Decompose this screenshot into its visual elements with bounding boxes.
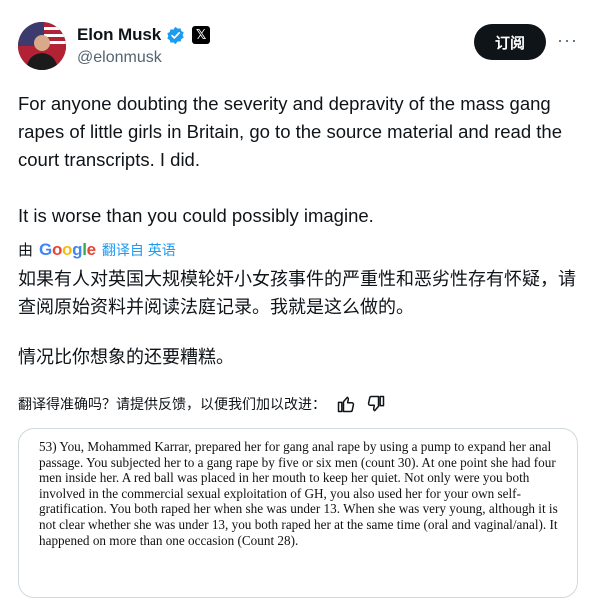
subscribe-button[interactable]: 订阅: [474, 24, 546, 60]
tweet-header: Elon Musk 𝕏 @elonmusk 订阅 ···: [18, 22, 578, 74]
attached-image[interactable]: 53) You, Mohammed Karrar, prepared her f…: [18, 428, 578, 598]
avatar-image: [18, 22, 66, 70]
translation-feedback: 翻译得准确吗？请提供反馈，以便我们加以改进：: [18, 394, 386, 414]
verified-badge-icon[interactable]: [166, 26, 185, 45]
more-options-icon[interactable]: ···: [557, 30, 578, 51]
thumbs-up-icon[interactable]: [336, 394, 356, 414]
translation-paragraph-2: 情况比你想象的还要糟糕。: [18, 347, 234, 368]
avatar[interactable]: [18, 22, 66, 70]
feedback-prompt: 翻译得准确吗？请提供反馈，以便我们加以改进：: [18, 397, 326, 413]
translated-from-link[interactable]: 翻译自 英语: [102, 240, 176, 260]
court-transcript-text: 53) You, Mohammed Karrar, prepared her f…: [39, 439, 558, 548]
google-logo: Google: [39, 239, 96, 259]
x-logo-icon[interactable]: 𝕏: [192, 26, 211, 44]
translated-by-label: 由: [18, 242, 34, 259]
translation-paragraph-1: 如果有人对英国大规模轮奸小女孩事件的严重性和恶劣性存有怀疑，请查阅原始资料并阅读…: [18, 269, 576, 318]
name-row: Elon Musk 𝕏: [77, 25, 211, 45]
tweet-paragraph-2: It is worse than you could possibly imag…: [18, 205, 374, 226]
author-handle[interactable]: @elonmusk: [77, 49, 162, 67]
tweet-paragraph-1: For anyone doubting the severity and dep…: [18, 93, 562, 170]
thumbs-down-icon[interactable]: [366, 394, 386, 414]
translation-attribution: 由 Google 翻译自 英语: [18, 239, 176, 260]
tweet-body: For anyone doubting the severity and dep…: [18, 90, 578, 230]
author-name[interactable]: Elon Musk: [77, 25, 161, 45]
translated-text: 如果有人对英国大规模轮奸小女孩事件的严重性和恶劣性存有怀疑，请查阅原始资料并阅读…: [18, 266, 580, 372]
